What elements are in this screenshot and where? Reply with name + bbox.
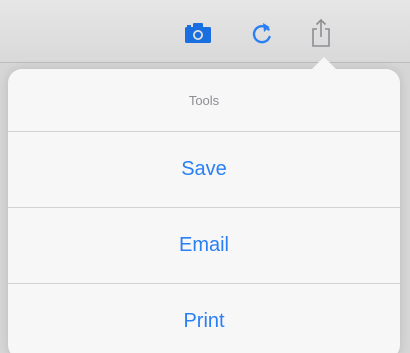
share-button[interactable] xyxy=(304,16,338,50)
popover-arrow xyxy=(311,57,337,70)
share-icon xyxy=(312,18,330,47)
refresh-icon xyxy=(252,23,271,44)
toolbar xyxy=(0,0,410,63)
tools-popover: Tools Save Email Print xyxy=(8,69,400,353)
refresh-button[interactable] xyxy=(245,16,279,50)
popover-title: Tools xyxy=(8,69,400,132)
camera-button[interactable] xyxy=(181,16,215,50)
screen: Tools Save Email Print xyxy=(0,0,410,353)
camera-icon xyxy=(185,23,211,43)
save-button[interactable]: Save xyxy=(8,132,400,208)
print-button[interactable]: Print xyxy=(8,284,400,353)
email-button[interactable]: Email xyxy=(8,208,400,284)
